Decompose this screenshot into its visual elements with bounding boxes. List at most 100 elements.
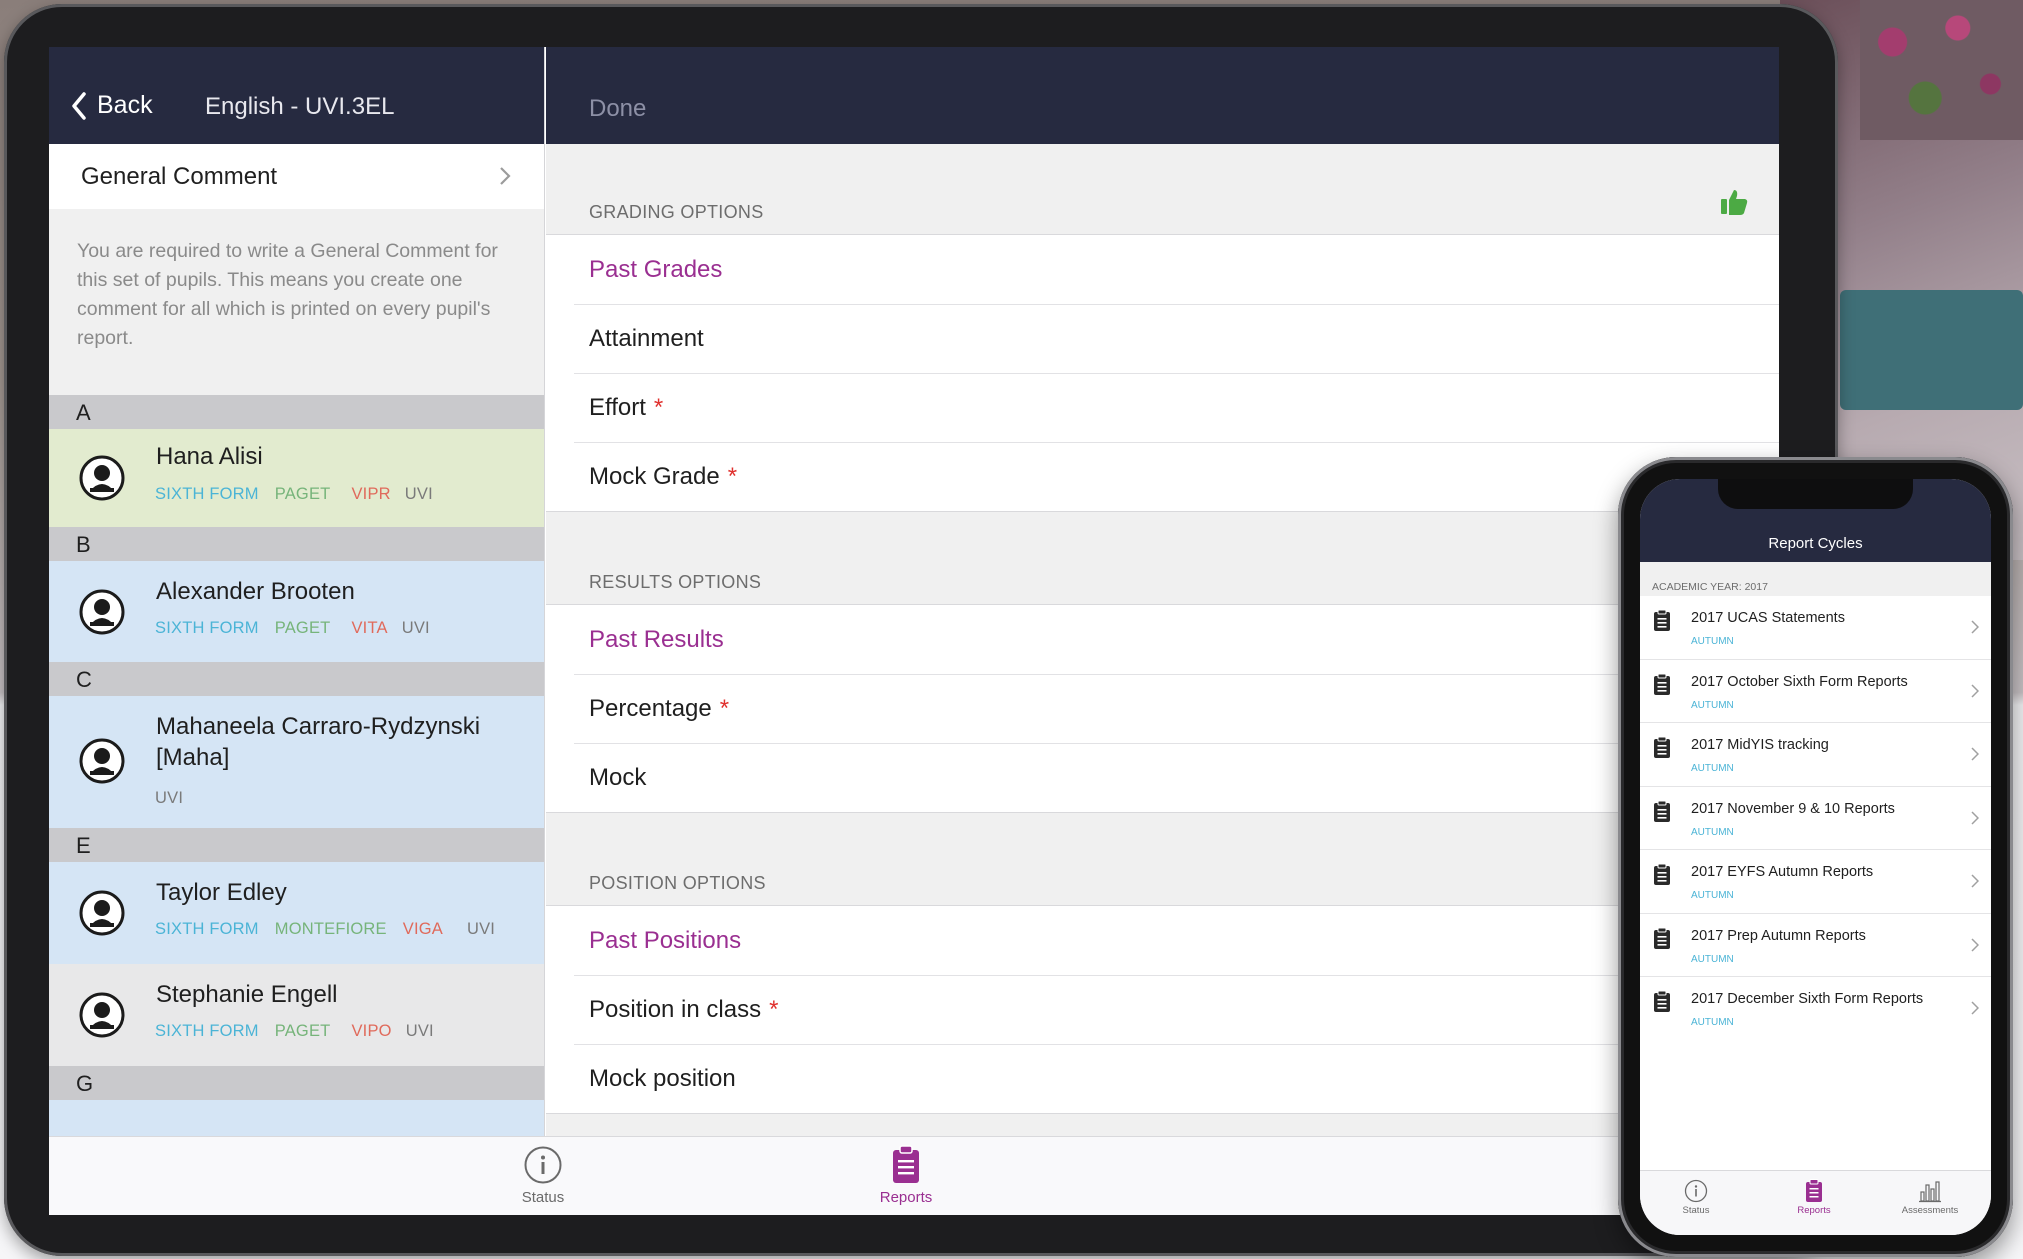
list-item[interactable]: 2017 MidYIS tracking AUTUMN: [1640, 723, 1991, 787]
mock-row[interactable]: Mock: [546, 743, 1779, 812]
tag-house: MONTEFIORE: [274, 920, 387, 938]
phone-nav-bar: Report Cycles: [1640, 479, 1991, 562]
right-nav-bar: Done: [546, 47, 1779, 144]
tag-house: PAGET: [274, 485, 331, 503]
chevron-right-icon: [500, 167, 511, 185]
attainment-row[interactable]: Attainment: [546, 304, 1779, 373]
tablet-device: Back English - UVI.3EL General Comment Y…: [4, 4, 1838, 1256]
past-positions-label: Past Positions: [589, 926, 742, 954]
tab-reports[interactable]: Reports: [846, 1145, 966, 1206]
pupil-tags: SIXTH FORM MONTEFIORE VIGA UVI: [155, 920, 495, 939]
list-item[interactable]: 2017 UCAS Statements AUTUMN: [1640, 596, 1991, 660]
required-marker: *: [727, 462, 738, 490]
list-item[interactable]: 2017 EYFS Autumn Reports AUTUMN: [1640, 850, 1991, 914]
grading-options-header: GRADING OPTIONS: [589, 202, 764, 222]
general-comment-row[interactable]: General Comment: [49, 144, 544, 209]
tab-reports-label: Reports: [879, 1189, 933, 1206]
pupil-row[interactable]: [49, 1100, 544, 1136]
mock-grade-label: Mock Grade: [589, 462, 720, 490]
cycle-title: 2017 October Sixth Form Reports: [1691, 673, 1908, 690]
tab-status-label: Status: [521, 1189, 565, 1206]
pupil-name: Hana Alisi: [156, 443, 263, 470]
percentage-row[interactable]: Percentage *: [546, 674, 1779, 743]
clipboard-icon: [1654, 864, 1670, 885]
tag-house: PAGET: [274, 1022, 331, 1040]
past-results-label: Past Results: [589, 625, 724, 653]
pupil-row[interactable]: Alexander Brooten SIXTH FORM PAGET VITA …: [49, 561, 544, 662]
list-item[interactable]: 2017 December Sixth Form Reports AUTUMN: [1640, 977, 1991, 1041]
pupil-tags: SIXTH FORM PAGET VIPO UVI: [155, 1022, 434, 1041]
clipboard-icon: [1654, 737, 1670, 758]
avatar-icon: [79, 890, 125, 936]
tab-status-label: Status: [1682, 1205, 1710, 1216]
tag-year: SIXTH FORM: [155, 920, 259, 938]
past-grades-row[interactable]: Past Grades: [546, 235, 1779, 304]
past-positions-row[interactable]: Past Positions: [546, 906, 1779, 975]
pupil-row[interactable]: Mahaneela Carraro-Rydzynski [Maha] UVI: [49, 696, 544, 828]
pupil-row[interactable]: Hana Alisi SIXTH FORM PAGET VIPR UVI: [49, 429, 544, 527]
phone-device: Report Cycles ACADEMIC YEAR: 2017 2017 U…: [1618, 457, 2013, 1257]
list-empty-area: [1640, 1040, 1991, 1170]
position-in-class-label: Position in class: [589, 995, 762, 1023]
tag-set: UVI: [155, 789, 184, 807]
tag-house: PAGET: [274, 619, 331, 637]
mock-position-row[interactable]: Mock position: [546, 1044, 1779, 1113]
back-button[interactable]: Back: [71, 91, 153, 120]
pupil-name: Alexander Brooten: [156, 578, 355, 605]
background-box: [1840, 290, 2023, 410]
general-comment-note: You are required to write a General Comm…: [77, 240, 498, 349]
cycle-term: AUTUMN: [1691, 1017, 1734, 1028]
chevron-right-icon: [1971, 747, 1979, 761]
chevron-right-icon: [1971, 1001, 1979, 1015]
tab-assessments[interactable]: Assessments: [1880, 1179, 1980, 1216]
position-options-header: POSITION OPTIONS: [589, 873, 766, 893]
percentage-label: Percentage: [589, 694, 712, 722]
tab-status[interactable]: Status: [1646, 1179, 1746, 1216]
results-options-group: Past Results Percentage * Mock: [546, 604, 1779, 813]
list-item[interactable]: 2017 November 9 & 10 Reports AUTUMN: [1640, 787, 1991, 850]
chevron-right-icon: [1971, 874, 1979, 888]
required-marker: *: [719, 694, 730, 722]
clipboard-icon: [1654, 927, 1670, 949]
clipboard-icon: [1654, 673, 1670, 695]
pupil-list-pane: Back English - UVI.3EL General Comment Y…: [49, 47, 545, 1136]
cycle-term: AUTUMN: [1691, 890, 1734, 901]
list-item[interactable]: 2017 October Sixth Form Reports AUTUMN: [1640, 660, 1991, 723]
mock-grade-row[interactable]: Mock Grade *: [546, 442, 1779, 511]
tag-year: SIXTH FORM: [155, 485, 259, 503]
required-marker: *: [769, 995, 779, 1023]
effort-row[interactable]: Effort *: [546, 373, 1779, 442]
tag-set: UVI: [466, 920, 496, 938]
past-results-row[interactable]: Past Results: [546, 605, 1779, 674]
pupil-nickname: [Maha]: [156, 744, 230, 771]
cycle-term: AUTUMN: [1691, 763, 1734, 774]
bar-chart-icon: [1919, 1181, 1941, 1203]
pupil-row[interactable]: Stephanie Engell SIXTH FORM PAGET VIPO U…: [49, 964, 544, 1066]
phone-notch: [1718, 479, 1913, 509]
avatar-icon: [79, 589, 125, 635]
tag-form: VIGA: [402, 920, 443, 938]
cycle-term: AUTUMN: [1691, 699, 1734, 711]
mock-label: Mock: [589, 763, 647, 791]
pupil-row[interactable]: Taylor Edley SIXTH FORM MONTEFIORE VIGA …: [49, 862, 544, 964]
class-title: English - UVI.3EL: [205, 93, 395, 120]
tag-form: VIPR: [351, 485, 391, 503]
section-header-b: B: [49, 527, 544, 561]
position-in-class-row[interactable]: Position in class *: [546, 975, 1779, 1044]
avatar-icon: [79, 738, 125, 784]
tab-status[interactable]: Status: [483, 1145, 603, 1206]
pupil-name: Taylor Edley: [156, 879, 287, 906]
chevron-right-icon: [1971, 810, 1979, 825]
clipboard-icon: [1806, 1179, 1822, 1202]
section-header-g: G: [49, 1066, 544, 1100]
pupil-tags: UVI: [155, 789, 183, 808]
academic-year-header: ACADEMIC YEAR: 2017: [1652, 581, 1768, 593]
tag-form: VITA: [351, 619, 388, 637]
section-header-e: E: [49, 828, 544, 862]
phone-tab-bar: Status Reports Assessments: [1640, 1170, 1991, 1235]
list-item[interactable]: 2017 Prep Autumn Reports AUTUMN: [1640, 914, 1991, 977]
pupil-name: Stephanie Engell: [156, 981, 338, 1008]
done-button[interactable]: Done: [589, 95, 646, 123]
tab-reports[interactable]: Reports: [1764, 1179, 1864, 1216]
cycle-title: 2017 December Sixth Form Reports: [1691, 991, 1924, 1007]
